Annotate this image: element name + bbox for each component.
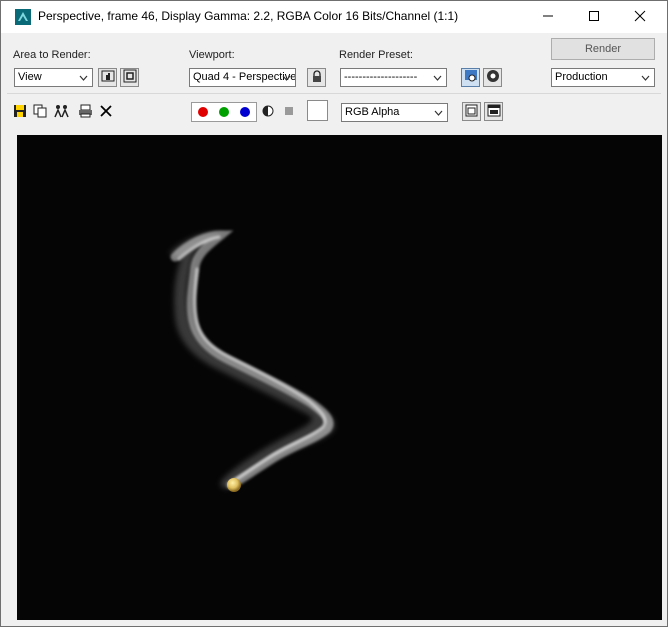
color-swatch[interactable]: [307, 100, 328, 121]
viewport-label: Viewport:: [189, 49, 235, 61]
chevron-down-icon: [433, 104, 444, 121]
display-channel-select[interactable]: RGB Alpha: [341, 103, 448, 122]
clear-channel-button[interactable]: [281, 104, 297, 120]
toggle-ui-button[interactable]: [484, 102, 503, 121]
close-icon: [634, 10, 646, 25]
copy-image-button[interactable]: [32, 104, 48, 120]
render-preset-select[interactable]: --------------------: [340, 68, 447, 87]
print-icon: [78, 104, 93, 121]
chevron-down-icon: [281, 69, 292, 86]
red-channel-toggle[interactable]: [193, 104, 213, 120]
window-title: Perspective, frame 46, Display Gamma: 2.…: [38, 9, 459, 23]
area-to-render-select[interactable]: View: [14, 68, 93, 87]
edit-region-icon: [101, 69, 115, 86]
monochrome-icon: [262, 105, 274, 120]
chevron-down-icon: [640, 69, 651, 86]
print-image-button[interactable]: [77, 104, 93, 120]
display-channel-value: RGB Alpha: [345, 106, 400, 118]
save-icon: [13, 104, 27, 121]
edit-region-button[interactable]: [98, 68, 117, 87]
auto-region-icon: [123, 69, 137, 86]
app-icon: [14, 8, 32, 26]
render-viewport[interactable]: [17, 135, 662, 620]
toolbar-divider: [7, 93, 661, 94]
blue-channel-toggle[interactable]: [235, 104, 255, 120]
render-setup-icon: [464, 69, 478, 86]
copy-icon: [33, 104, 47, 121]
maximize-button[interactable]: [571, 1, 617, 33]
clear-channel-icon: [284, 105, 294, 119]
render-preset-label: Render Preset:: [339, 49, 413, 61]
blue-channel-icon: [240, 107, 250, 117]
monochrome-toggle[interactable]: [260, 104, 276, 120]
render-setup-button[interactable]: [461, 68, 480, 87]
channel-toggle-group: [191, 102, 257, 122]
overlay-icon: [465, 104, 478, 120]
chevron-down-icon: [432, 69, 443, 86]
render-mode-select[interactable]: Production: [551, 68, 655, 87]
minimize-icon: [542, 10, 554, 25]
auto-region-button[interactable]: [120, 68, 139, 87]
toggle-ui-icon: [487, 104, 501, 120]
title-bar[interactable]: Perspective, frame 46, Display Gamma: 2.…: [1, 1, 667, 33]
smoke-trail: [169, 230, 335, 490]
maximize-icon: [588, 10, 600, 25]
lock-viewport-button[interactable]: [307, 68, 326, 87]
area-to-render-label: Area to Render:: [13, 49, 91, 61]
particle-emitter-ball: [227, 478, 241, 492]
green-channel-toggle[interactable]: [214, 104, 234, 120]
rendered-image: [169, 230, 335, 492]
red-channel-icon: [198, 107, 208, 117]
chevron-down-icon: [78, 69, 89, 86]
clear-image-button[interactable]: [98, 104, 114, 120]
clear-icon: [99, 104, 113, 121]
render-frame-window: Perspective, frame 46, Display Gamma: 2.…: [0, 0, 668, 627]
close-button[interactable]: [617, 1, 663, 33]
render-preset-value: --------------------: [344, 71, 418, 83]
save-image-button[interactable]: [12, 104, 28, 120]
clone-window-button[interactable]: [54, 104, 70, 120]
viewport-select[interactable]: Quad 4 - Perspective: [189, 68, 296, 87]
environment-button[interactable]: [483, 68, 502, 87]
viewport-value: Quad 4 - Perspective: [193, 71, 295, 83]
environment-icon: [486, 69, 500, 86]
clone-icon: [54, 104, 70, 121]
lock-icon: [311, 69, 323, 86]
toggle-ui-overlay-button[interactable]: [462, 102, 481, 121]
render-button[interactable]: Render: [551, 38, 655, 60]
minimize-button[interactable]: [525, 1, 571, 33]
green-channel-icon: [219, 107, 229, 117]
